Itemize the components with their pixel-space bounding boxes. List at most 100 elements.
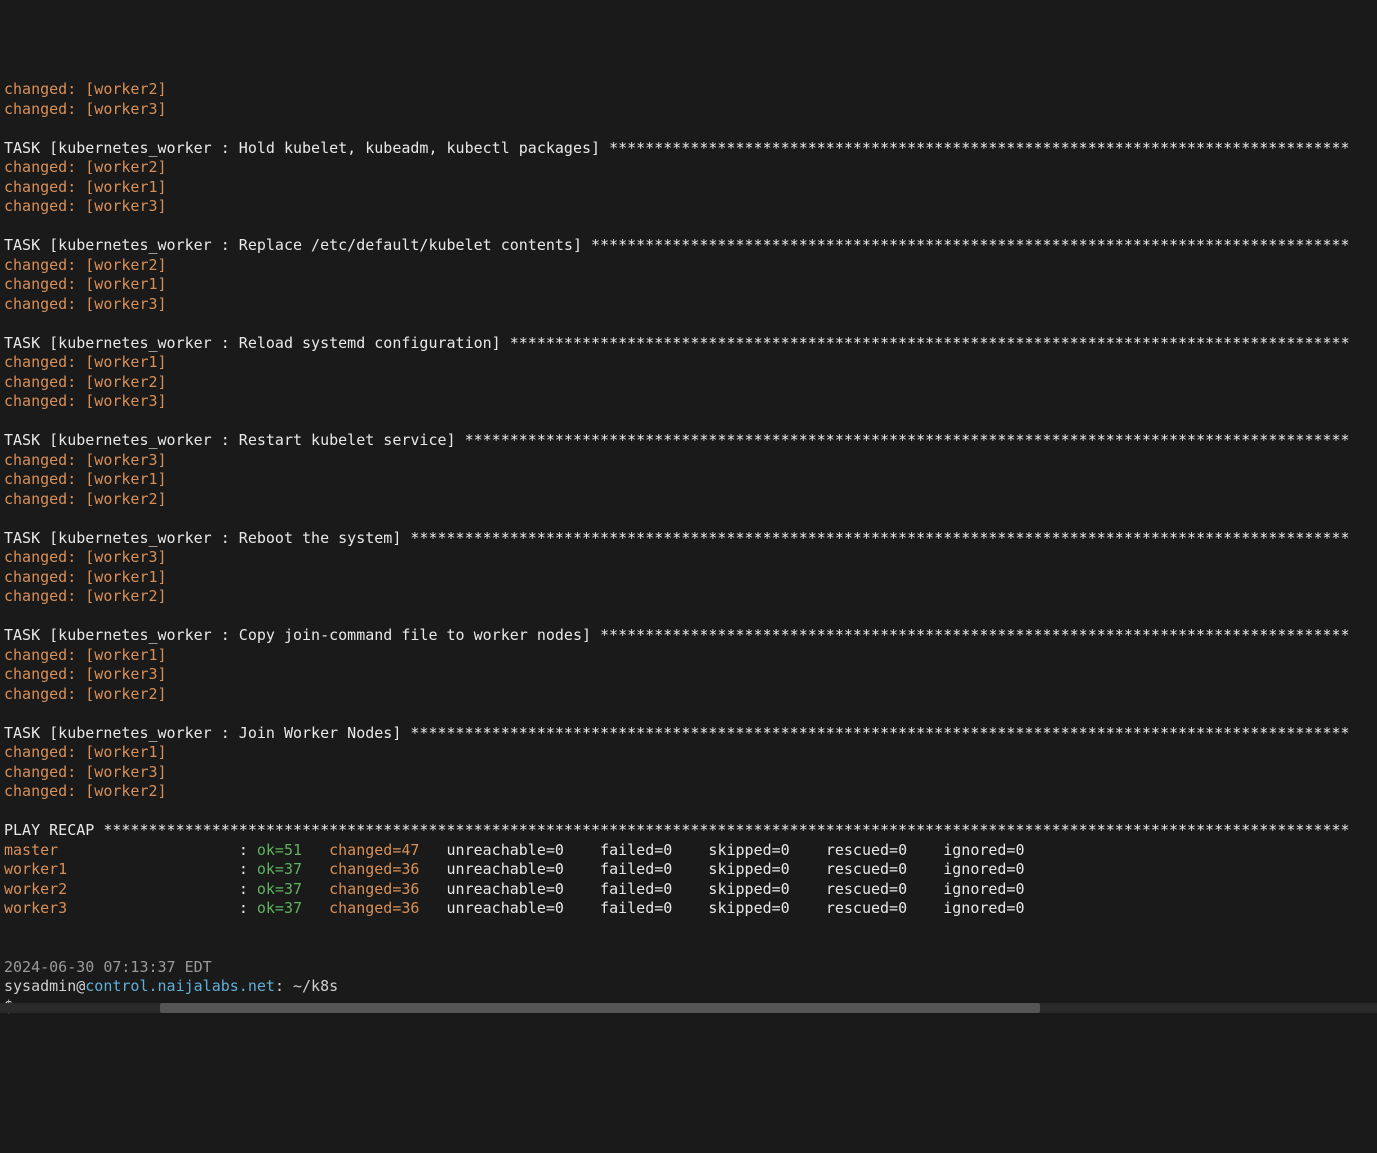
- terminal-line: changed: [worker1]: [4, 470, 1373, 490]
- recap-row: worker3 : ok=37 changed=36 unreachable=0…: [4, 899, 1373, 919]
- terminal-line: [4, 217, 1373, 237]
- changed-line: changed: [worker3]: [4, 197, 167, 215]
- task-title: TASK [kubernetes_worker : Reboot the sys…: [4, 529, 410, 547]
- changed-line: changed: [worker2]: [4, 80, 167, 98]
- prompt-user: sysadmin: [4, 977, 76, 995]
- horizontal-scrollbar-track[interactable]: [0, 1003, 1377, 1013]
- recap-rest: unreachable=0 failed=0 skipped=0 rescued…: [419, 880, 1024, 898]
- recap-row: worker2 : ok=37 changed=36 unreachable=0…: [4, 880, 1373, 900]
- recap-ok: ok=37: [257, 880, 302, 898]
- changed-line: changed: [worker3]: [4, 451, 167, 469]
- terminal-line: changed: [worker3]: [4, 197, 1373, 217]
- task-title: TASK [kubernetes_worker : Join Worker No…: [4, 724, 410, 742]
- recap-rest: unreachable=0 failed=0 skipped=0 rescued…: [419, 860, 1024, 878]
- terminal-line: changed: [worker2]: [4, 587, 1373, 607]
- task-separator: ****************************************…: [591, 236, 1350, 254]
- changed-line: changed: [worker3]: [4, 295, 167, 313]
- changed-line: changed: [worker2]: [4, 685, 167, 703]
- task-separator: ****************************************…: [510, 334, 1350, 352]
- recap-host: master: [4, 841, 239, 859]
- recap-title: PLAY RECAP: [4, 821, 103, 839]
- task-separator: ****************************************…: [410, 529, 1349, 547]
- changed-line: changed: [worker1]: [4, 646, 167, 664]
- timestamp: 2024-06-30 07:13:37 EDT: [4, 958, 212, 976]
- changed-line: changed: [worker2]: [4, 490, 167, 508]
- terminal-line: [4, 314, 1373, 334]
- changed-line: changed: [worker3]: [4, 763, 167, 781]
- recap-colon: :: [239, 841, 257, 859]
- recap-changed: changed=36: [329, 860, 419, 878]
- task-title: TASK [kubernetes_worker : Hold kubelet, …: [4, 139, 609, 157]
- play-recap-header: PLAY RECAP *****************************…: [4, 821, 1373, 841]
- task-separator: ****************************************…: [410, 724, 1349, 742]
- recap-ok: ok=51: [257, 841, 302, 859]
- changed-line: changed: [worker1]: [4, 178, 167, 196]
- recap-ok: ok=37: [257, 899, 302, 917]
- changed-line: changed: [worker2]: [4, 373, 167, 391]
- recap-colon: :: [239, 899, 257, 917]
- terminal-line: [4, 607, 1373, 627]
- terminal-line: changed: [worker2]: [4, 158, 1373, 178]
- terminal-line: [4, 802, 1373, 822]
- terminal-line: changed: [worker2]: [4, 782, 1373, 802]
- task-header: TASK [kubernetes_worker : Restart kubele…: [4, 431, 1373, 451]
- prompt-path: : ~/k8s: [275, 977, 338, 995]
- changed-line: changed: [worker3]: [4, 548, 167, 566]
- terminal-line: changed: [worker3]: [4, 665, 1373, 685]
- changed-line: changed: [worker3]: [4, 392, 167, 410]
- changed-line: changed: [worker2]: [4, 782, 167, 800]
- task-separator: ****************************************…: [600, 626, 1350, 644]
- changed-line: changed: [worker2]: [4, 587, 167, 605]
- terminal-line: changed: [worker2]: [4, 80, 1373, 100]
- task-header: TASK [kubernetes_worker : Hold kubelet, …: [4, 139, 1373, 159]
- terminal-line: [4, 412, 1373, 432]
- terminal-line: [4, 509, 1373, 529]
- horizontal-scrollbar-thumb[interactable]: [160, 1003, 1040, 1013]
- changed-line: changed: [worker2]: [4, 256, 167, 274]
- terminal-line: [4, 704, 1373, 724]
- task-header: TASK [kubernetes_worker : Join Worker No…: [4, 724, 1373, 744]
- terminal-line: changed: [worker2]: [4, 490, 1373, 510]
- task-header: TASK [kubernetes_worker : Copy join-comm…: [4, 626, 1373, 646]
- terminal-line: changed: [worker1]: [4, 646, 1373, 666]
- recap-changed: changed=47: [329, 841, 419, 859]
- terminal-line: [4, 919, 1373, 939]
- shell-prompt[interactable]: sysadmin@control.naijalabs.net: ~/k8s: [4, 977, 1373, 997]
- task-header: TASK [kubernetes_worker : Replace /etc/d…: [4, 236, 1373, 256]
- recap-colon: :: [239, 860, 257, 878]
- terminal-line: changed: [worker1]: [4, 743, 1373, 763]
- terminal-line: changed: [worker1]: [4, 178, 1373, 198]
- recap-rest: unreachable=0 failed=0 skipped=0 rescued…: [419, 899, 1024, 917]
- terminal-line: changed: [worker1]: [4, 353, 1373, 373]
- timestamp-line: 2024-06-30 07:13:37 EDT: [4, 958, 1373, 978]
- task-title: TASK [kubernetes_worker : Reload systemd…: [4, 334, 510, 352]
- task-title: TASK [kubernetes_worker : Restart kubele…: [4, 431, 465, 449]
- changed-line: changed: [worker1]: [4, 275, 167, 293]
- task-separator: ****************************************…: [609, 139, 1350, 157]
- terminal-line: [4, 119, 1373, 139]
- changed-line: changed: [worker3]: [4, 100, 167, 118]
- terminal-output[interactable]: changed: [worker2]changed: [worker3] TAS…: [4, 80, 1373, 1016]
- task-header: TASK [kubernetes_worker : Reload systemd…: [4, 334, 1373, 354]
- terminal-line: changed: [worker3]: [4, 392, 1373, 412]
- recap-row: worker1 : ok=37 changed=36 unreachable=0…: [4, 860, 1373, 880]
- terminal-line: changed: [worker2]: [4, 373, 1373, 393]
- terminal-line: changed: [worker1]: [4, 568, 1373, 588]
- terminal-line: [4, 938, 1373, 958]
- recap-changed: changed=36: [329, 880, 419, 898]
- terminal-line: changed: [worker2]: [4, 256, 1373, 276]
- changed-line: changed: [worker2]: [4, 158, 167, 176]
- terminal-line: changed: [worker1]: [4, 275, 1373, 295]
- terminal-line: changed: [worker2]: [4, 685, 1373, 705]
- recap-rest: unreachable=0 failed=0 skipped=0 rescued…: [419, 841, 1024, 859]
- changed-line: changed: [worker1]: [4, 470, 167, 488]
- changed-line: changed: [worker1]: [4, 353, 167, 371]
- terminal-line: changed: [worker3]: [4, 548, 1373, 568]
- recap-changed: changed=36: [329, 899, 419, 917]
- terminal-line: changed: [worker3]: [4, 763, 1373, 783]
- recap-ok: ok=37: [257, 860, 302, 878]
- terminal-line: changed: [worker3]: [4, 100, 1373, 120]
- recap-host: worker2: [4, 880, 239, 898]
- changed-line: changed: [worker1]: [4, 568, 167, 586]
- recap-host: worker3: [4, 899, 239, 917]
